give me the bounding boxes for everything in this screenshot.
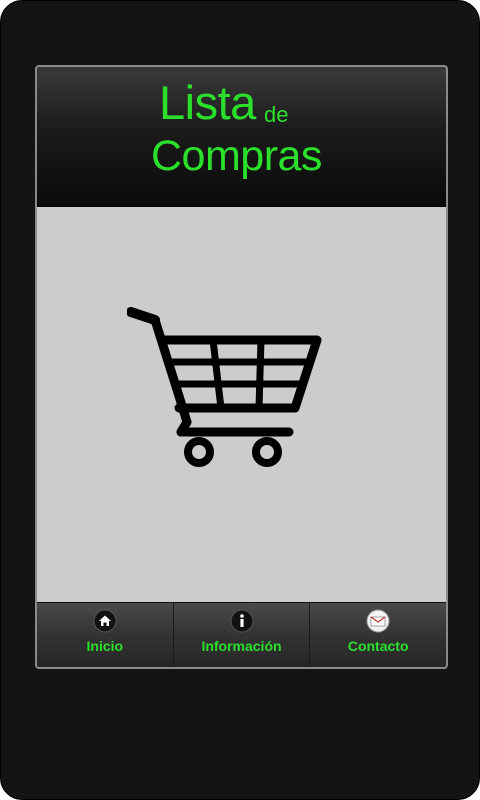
- title-word-compras: Compras: [151, 132, 322, 180]
- shopping-cart-icon: [127, 307, 322, 467]
- mail-icon: [366, 609, 390, 633]
- tab-label-inicio: Inicio: [86, 638, 124, 654]
- tab-label-informacion: Información: [201, 638, 282, 654]
- home-icon: [93, 609, 117, 633]
- app-screen: Lista de Compras Inicio Información Cont…: [35, 65, 448, 669]
- device-frame: Lista de Compras Inicio Información Cont…: [0, 0, 480, 800]
- title-word-de: de: [264, 102, 289, 127]
- bottom-tab-bar: Inicio Información Contacto: [37, 602, 446, 667]
- main-content: [37, 206, 446, 605]
- info-icon: [230, 609, 253, 633]
- tab-informacion[interactable]: Información: [172, 603, 310, 667]
- tab-inicio[interactable]: Inicio: [37, 603, 173, 667]
- tab-contacto[interactable]: Contacto: [309, 603, 446, 667]
- app-header: Lista de Compras: [37, 67, 446, 207]
- title-word-lista: Lista: [159, 76, 256, 129]
- tab-label-contacto: Contacto: [347, 638, 409, 654]
